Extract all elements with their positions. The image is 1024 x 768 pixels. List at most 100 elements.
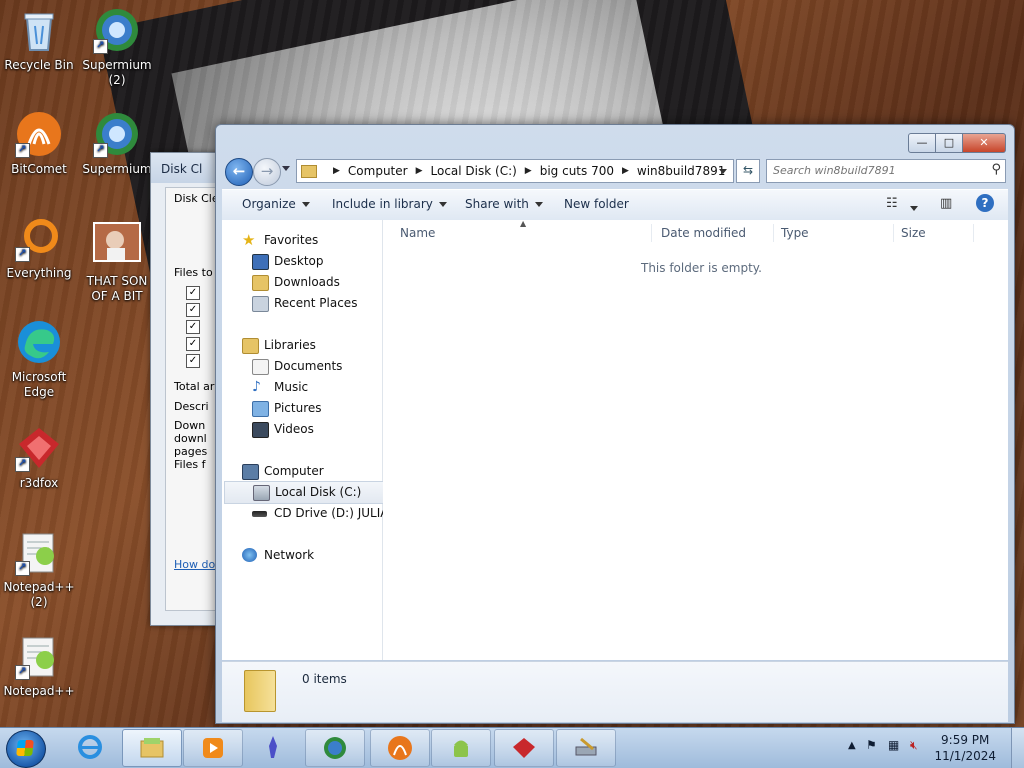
desktop-icon-microsoft-edge[interactable]: Microsoft Edge — [0, 318, 78, 400]
organize-label: Organize — [242, 197, 296, 211]
breadcrumb-win8build[interactable]: win8build7891 — [637, 164, 725, 178]
forward-button[interactable]: → — [253, 158, 281, 186]
description-heading: Descri — [174, 400, 209, 413]
disk-cleanup-icon — [575, 737, 597, 756]
taskbar-file-explorer[interactable] — [122, 729, 182, 767]
maximize-button[interactable]: □ — [936, 133, 963, 153]
nav-label: Desktop — [274, 254, 324, 268]
new-folder-button[interactable]: New folder — [564, 197, 629, 211]
photo-thumbnail-icon — [93, 222, 141, 270]
taskbar-app-figure[interactable] — [244, 729, 302, 765]
breadcrumb-arrow-icon[interactable]: ▶ — [333, 166, 340, 176]
clock[interactable]: 9:59 PM 11/1/2024 — [934, 732, 996, 764]
nav-label: Libraries — [264, 338, 316, 352]
view-options-dropdown[interactable] — [910, 200, 918, 215]
network-status-icon[interactable]: ▦ — [888, 738, 899, 752]
desktop-icon-recycle-bin[interactable]: Recycle Bin — [0, 6, 78, 73]
organize-button[interactable]: Organize — [242, 197, 310, 211]
breadcrumb-computer[interactable]: Computer — [348, 164, 408, 178]
nav-label: Computer — [264, 464, 324, 478]
change-view-icon[interactable]: ☷ — [886, 196, 898, 211]
file-checkbox[interactable]: ✓ — [186, 286, 200, 300]
cd-drive-icon — [252, 511, 267, 517]
explorer-window[interactable]: — □ ✕ ← → ▶ Computer ▶ Local Disk (C:) ▶… — [215, 124, 1015, 724]
taskbar-disk-cleanup[interactable] — [556, 729, 616, 767]
taskbar-r3dfox[interactable] — [494, 729, 554, 767]
desktop-icon-label: Microsoft Edge — [11, 370, 67, 399]
address-dropdown-icon[interactable] — [719, 169, 727, 174]
recent-pages-dropdown[interactable] — [282, 166, 290, 171]
breadcrumb-arrow-icon[interactable]: ▶ — [416, 166, 423, 176]
file-checkbox[interactable]: ✓ — [186, 354, 200, 368]
search-icon[interactable]: ⚲ — [991, 162, 1001, 177]
column-header-date-modified[interactable]: Date modified — [661, 226, 746, 240]
file-checkbox[interactable]: ✓ — [186, 320, 200, 334]
column-header-size[interactable]: Size — [901, 226, 926, 240]
minimize-button[interactable]: — — [908, 133, 936, 153]
desktop-icon-everything[interactable]: ↗ Everything — [0, 214, 78, 281]
figure-app-icon — [269, 736, 277, 758]
taskbar-android[interactable] — [431, 729, 491, 767]
taskbar-media-player[interactable] — [183, 729, 243, 767]
desktop-icon-supermium-2[interactable]: ↗ Supermium (2) — [78, 6, 156, 88]
help-icon[interactable]: ? — [976, 194, 994, 212]
recent-places-icon — [252, 296, 269, 312]
show-hidden-icons-icon[interactable]: ▲ — [848, 740, 856, 751]
shortcut-arrow-icon: ↗ — [15, 665, 30, 680]
total-label: Total ar — [174, 380, 215, 393]
media-player-icon — [203, 738, 223, 758]
breadcrumb-big-cuts[interactable]: big cuts 700 — [540, 164, 614, 178]
nav-label: Downloads — [274, 275, 340, 289]
action-center-flag-icon[interactable]: ⚑ — [866, 738, 877, 752]
back-button[interactable]: ← — [225, 158, 253, 186]
how-do-link[interactable]: How do — [174, 558, 215, 571]
taskbar-supermium[interactable] — [305, 729, 365, 767]
shortcut-arrow-icon: ↗ — [15, 561, 30, 576]
nav-label: Favorites — [264, 233, 319, 247]
command-bar: Organize Include in library Share with N… — [222, 189, 1008, 221]
desktop-icon-r3dfox[interactable]: ↗ r3dfox — [0, 424, 78, 491]
chevron-down-icon — [301, 202, 310, 207]
preview-pane-icon[interactable]: ▥ — [940, 196, 952, 211]
show-desktop-button[interactable] — [1011, 728, 1024, 768]
nav-label: CD Drive (D:) JULIA — [274, 506, 389, 520]
file-list[interactable]: ▲ Name Date modified Type Size This fold… — [383, 219, 1008, 660]
desktop-icon-notepadpp-2[interactable]: ↗ Notepad++ (2) — [0, 528, 78, 610]
desktop-icon-supermium[interactable]: ↗ Supermium — [78, 110, 156, 177]
desktop-icon-label: Everything — [6, 266, 72, 280]
desktop-icon-notepadpp[interactable]: ↗ Notepad++ — [0, 632, 78, 699]
search-box[interactable]: ⚲ — [766, 159, 1006, 183]
breadcrumb-arrow-icon[interactable]: ▶ — [525, 166, 532, 176]
star-icon: ★ — [242, 231, 256, 249]
column-header-type[interactable]: Type — [781, 226, 809, 240]
documents-icon — [252, 359, 269, 375]
close-button[interactable]: ✕ — [963, 133, 1006, 153]
column-divider[interactable] — [973, 224, 974, 242]
navigation-bar: ← → ▶ Computer ▶ Local Disk (C:) ▶ big c… — [222, 157, 1008, 187]
address-bar[interactable]: ▶ Computer ▶ Local Disk (C:) ▶ big cuts … — [296, 159, 734, 183]
column-header-name[interactable]: Name — [400, 226, 435, 240]
share-with-button[interactable]: Share with — [465, 197, 543, 211]
search-input[interactable] — [767, 160, 979, 180]
breadcrumb-arrow-icon[interactable]: ▶ — [622, 166, 629, 176]
sort-arrow-icon: ▲ — [520, 219, 527, 228]
system-tray: ▲ ⚑ ▦ 🔇︎ — [840, 728, 1024, 768]
column-divider[interactable] — [893, 224, 894, 242]
file-checkbox[interactable]: ✓ — [186, 337, 200, 351]
desktop-icon-bitcomet[interactable]: ↗ BitComet — [0, 110, 78, 177]
files-to-label: Files to — [174, 266, 213, 279]
desktop-icon-label: Notepad++ (2) — [3, 580, 75, 609]
column-divider[interactable] — [651, 224, 652, 242]
include-in-library-button[interactable]: Include in library — [332, 197, 447, 211]
taskbar-bitcomet[interactable] — [370, 729, 430, 767]
volume-muted-icon[interactable]: 🔇︎ — [910, 738, 918, 753]
include-in-library-label: Include in library — [332, 197, 433, 211]
start-button[interactable] — [6, 730, 46, 768]
desktop-icon-photo[interactable]: THAT SON OF A BIT — [78, 222, 156, 304]
column-divider[interactable] — [773, 224, 774, 242]
breadcrumb-local-disk[interactable]: Local Disk (C:) — [431, 164, 517, 178]
taskbar-internet-explorer[interactable] — [61, 729, 119, 765]
refresh-button[interactable]: ⇆ — [736, 159, 760, 183]
file-checkbox[interactable]: ✓ — [186, 303, 200, 317]
everything-icon: ↗ — [15, 214, 63, 262]
